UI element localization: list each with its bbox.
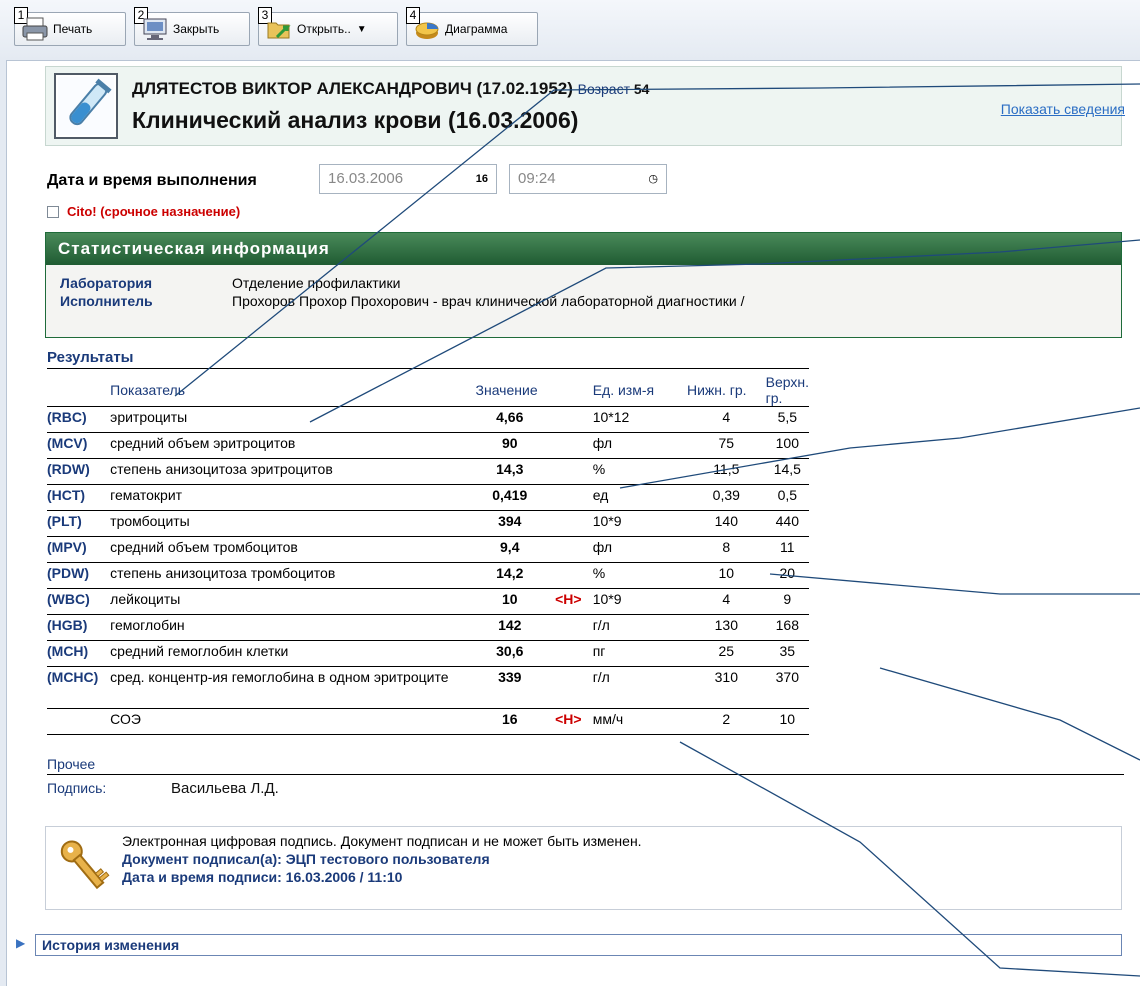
callout-line (174, 83, 1140, 397)
callout-line (769, 573, 1140, 595)
callout-line (679, 741, 1140, 977)
callout-line (619, 407, 1140, 489)
callout-line (879, 667, 1140, 761)
callout-line (309, 239, 1140, 423)
callout-lines (174, 83, 1140, 977)
